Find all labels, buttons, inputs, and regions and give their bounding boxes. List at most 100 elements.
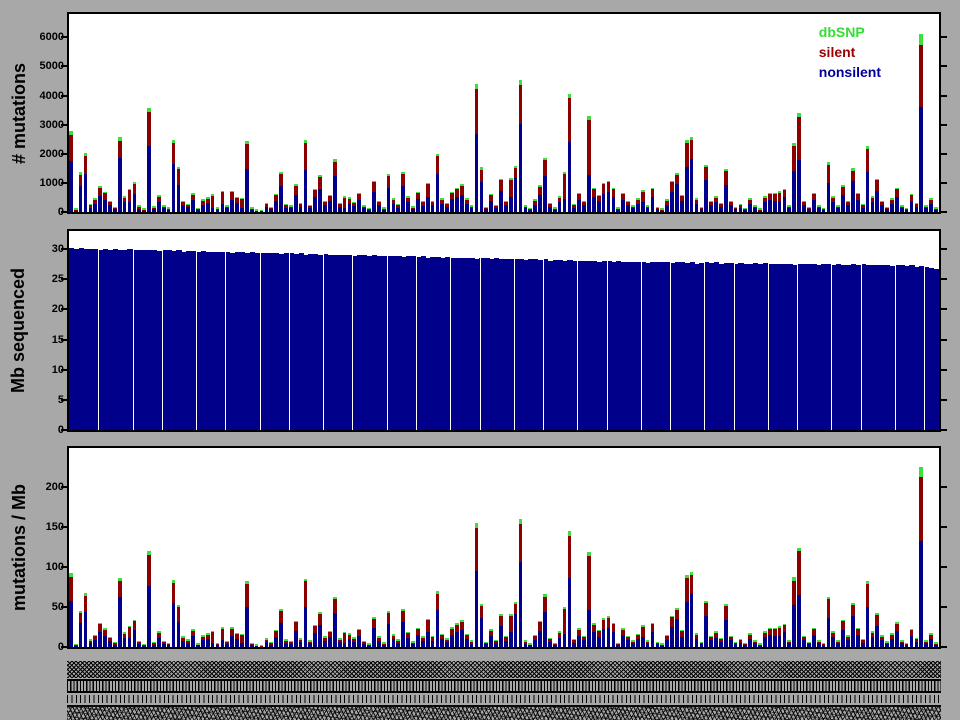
bar-segment <box>508 179 513 197</box>
bar-stack <box>562 607 567 647</box>
bar-segment <box>166 209 171 212</box>
bar-seam <box>577 231 579 430</box>
bar-segment <box>899 208 904 212</box>
bar-stack <box>196 207 200 212</box>
bar-stack <box>635 198 640 212</box>
bar-stack <box>479 603 484 647</box>
bar-segment <box>235 203 239 212</box>
bar-stack <box>122 196 127 212</box>
bar-segment <box>684 167 689 212</box>
bar-segment <box>430 640 435 647</box>
bar-segment <box>689 139 694 159</box>
bar-segment <box>479 605 484 619</box>
bar-segment <box>538 186 542 196</box>
bar-segment <box>611 196 616 212</box>
bar-segment <box>572 207 577 212</box>
bar-segment <box>337 642 342 647</box>
bar-stack <box>914 202 919 212</box>
bar-stack <box>284 203 288 212</box>
bar-stack <box>587 552 591 647</box>
bar-segment <box>596 201 601 212</box>
bar-stack <box>504 200 508 212</box>
bar-stack <box>899 205 904 212</box>
bar-segment <box>904 210 909 212</box>
bar-seam <box>513 231 515 430</box>
bar-segment <box>601 628 606 647</box>
bar-stack <box>499 178 503 212</box>
bar-stack <box>479 167 484 212</box>
bar-segment <box>694 203 699 212</box>
bar-seam <box>797 231 799 430</box>
bar-stack <box>171 579 176 647</box>
bar-segment <box>723 606 728 620</box>
bar-stack <box>504 635 508 647</box>
bar-stack <box>484 206 489 212</box>
panel-mutations-per-mb: 0 50 100 150 200 <box>46 446 947 653</box>
bar-segment <box>108 205 112 212</box>
y-tick-label: 150 <box>45 520 64 533</box>
bar-segment <box>240 207 244 212</box>
bar-segment <box>372 182 376 193</box>
bar-stack <box>699 641 704 647</box>
bar-stack <box>323 636 327 647</box>
bar-stack <box>831 631 836 647</box>
legend-item-dbsnp: dbSNP <box>818 24 865 40</box>
bar-segment <box>660 210 665 212</box>
bar-stack <box>767 627 772 647</box>
bar-stack <box>723 169 728 212</box>
bar-stack <box>499 614 503 647</box>
bar-segment <box>919 540 924 647</box>
bar-segment <box>499 190 503 212</box>
bar-stack <box>606 180 611 212</box>
bar-seam <box>733 231 735 430</box>
bar-stack <box>758 208 762 212</box>
bar-segment <box>606 627 611 647</box>
bar-segment <box>567 536 572 579</box>
bar-stack <box>508 177 513 212</box>
bar-stack <box>249 642 254 647</box>
bar-segment <box>802 640 806 647</box>
y-tick-label: 0 <box>57 206 64 218</box>
bar-stack <box>230 190 234 212</box>
bar-segment <box>230 192 234 201</box>
bar-stack <box>528 643 533 647</box>
bar-segment <box>640 626 645 638</box>
bar-stack <box>904 642 909 647</box>
y-tick-label: 3000 <box>39 118 64 131</box>
bar-segment <box>782 625 787 633</box>
bar-segment <box>709 205 713 212</box>
bar-segment <box>117 158 122 212</box>
y-tick-label: 0 <box>57 424 64 436</box>
bar-stack <box>567 531 572 647</box>
bar-segment <box>318 188 322 212</box>
bar-stack <box>626 200 630 212</box>
bar-segment <box>298 642 303 647</box>
bar-segment <box>254 646 259 647</box>
bar-stack <box>895 622 899 647</box>
bar-stack <box>161 205 166 212</box>
bar-stack <box>836 640 841 647</box>
bar-stack <box>357 628 362 647</box>
bar-segment <box>264 642 269 647</box>
bar-stack <box>474 522 479 647</box>
bar-segment <box>650 189 655 197</box>
bar-segment <box>460 630 464 647</box>
y-tick-mark <box>939 605 947 608</box>
bar-segment <box>865 172 870 212</box>
bar-segment <box>709 640 713 647</box>
bar-segment <box>171 142 176 165</box>
bar-segment <box>235 638 239 647</box>
bar-segment <box>122 638 127 647</box>
bar-segment <box>684 602 689 647</box>
bar-stack <box>816 640 821 647</box>
y-tick-label: 2000 <box>39 147 64 160</box>
label-strip-checker-band <box>67 661 941 678</box>
bar-segment <box>543 612 547 647</box>
bar-stack <box>69 573 73 647</box>
bar-stack <box>929 633 933 647</box>
bar-segment <box>934 644 938 647</box>
bar-segment <box>846 640 850 647</box>
bar-stack <box>200 199 205 212</box>
label-strip-text-band <box>67 705 941 720</box>
bar-seam <box>479 231 481 430</box>
